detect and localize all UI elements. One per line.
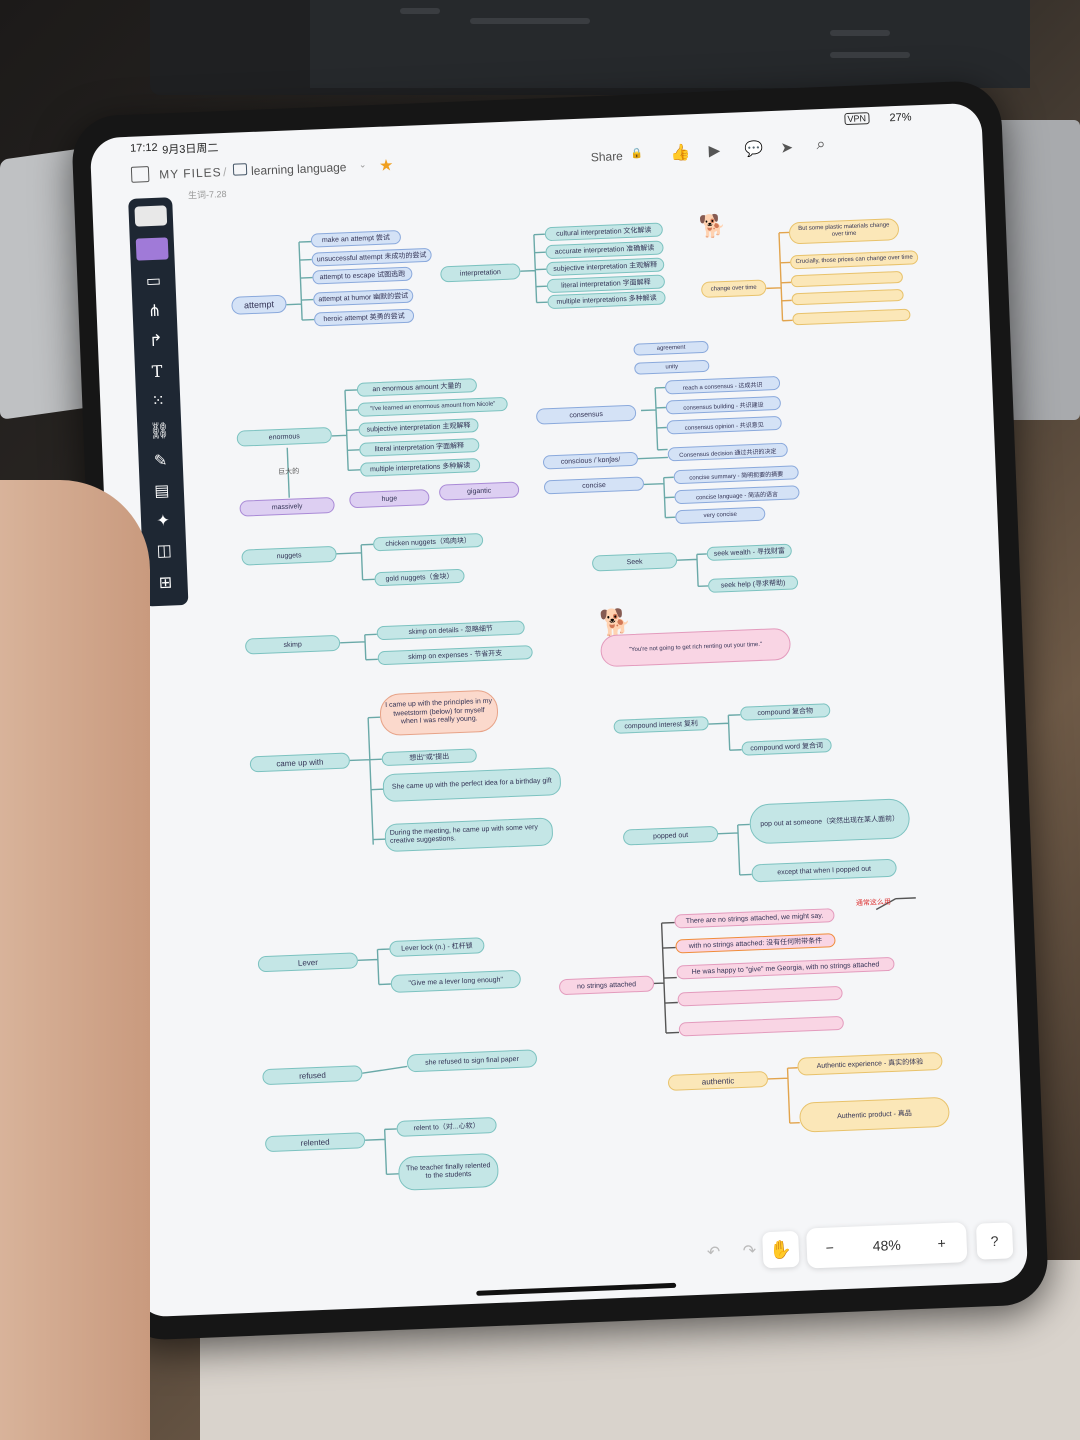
send-icon[interactable]: ➤	[780, 138, 793, 156]
tablet-screen: 17:12 9月3日周二 VPN 27% MY FILES / learning…	[89, 102, 1029, 1318]
breadcrumb-separator: /	[222, 164, 227, 180]
tablet-device: 17:12 9月3日周二 VPN 27% MY FILES / learning…	[70, 79, 1050, 1342]
hand-icon[interactable]: ✋	[762, 1230, 800, 1269]
plus-icon[interactable]: ⊞	[149, 569, 182, 596]
undo-icon[interactable]: ↶	[706, 1242, 721, 1263]
node-relented-2[interactable]: The teacher finally relented to the stud…	[397, 1152, 500, 1191]
grid-icon[interactable]: ⁙	[142, 387, 175, 414]
star-icon[interactable]: ★	[379, 155, 394, 176]
vpn-badge: VPN	[844, 112, 870, 126]
dog-sticker-icon: 🐕	[698, 212, 727, 240]
sticky-note-purple-tool[interactable]	[135, 237, 169, 261]
label-big: 巨大的	[278, 468, 300, 477]
arrow-icon[interactable]: ↱	[139, 327, 172, 354]
node-gigantic[interactable]: gigantic	[438, 481, 520, 501]
board-icon	[232, 163, 248, 176]
search-icon[interactable]: ⌕	[816, 136, 826, 154]
zoom-in-button[interactable]: +	[926, 1223, 958, 1264]
mindmap-canvas[interactable]: attempt make an attempt 尝试 unsuccessful …	[187, 165, 1018, 1236]
battery-level: 27%	[889, 111, 912, 125]
node-cameup-1[interactable]: I came up with the principles in my twee…	[379, 689, 499, 737]
node-attempt[interactable]: attempt	[231, 294, 287, 315]
hand-holding-tablet	[0, 480, 150, 1440]
text-icon[interactable]: T	[141, 357, 174, 384]
breadcrumb-my-files[interactable]: MY FILES	[159, 165, 222, 181]
laptop-background	[150, 0, 1030, 95]
sticky-note-tool[interactable]	[134, 205, 168, 227]
node-authentic-2[interactable]: Authentic product - 真品	[798, 1096, 951, 1133]
sidebar-toggle-icon[interactable]	[130, 166, 150, 183]
comment-icon[interactable]: 💬	[744, 139, 763, 158]
present-icon[interactable]: ▶	[708, 141, 720, 159]
node-change-1[interactable]: But some plastic materials change over t…	[788, 218, 900, 245]
card-icon[interactable]: ▤	[145, 477, 178, 504]
node-seek[interactable]: Seek	[591, 552, 678, 572]
ai-sparkle-icon[interactable]: ✦	[147, 507, 180, 534]
annotation-note: 通常这么用	[855, 898, 892, 908]
link-icon[interactable]: ⛓	[143, 417, 176, 444]
home-indicator	[476, 1282, 677, 1296]
layout-icon[interactable]: ◫	[148, 537, 181, 564]
node-change-over-time[interactable]: change over time	[700, 279, 767, 298]
lock-icon: 🔒	[630, 148, 644, 160]
share-button[interactable]: Share	[591, 149, 624, 164]
like-icon[interactable]: 👍	[670, 142, 691, 163]
zoom-out-button[interactable]: −	[814, 1227, 846, 1268]
mindmap-icon[interactable]: ⋔	[138, 297, 171, 324]
frame-icon[interactable]: ▭	[137, 267, 170, 294]
chevron-down-icon[interactable]: ⌄	[359, 159, 367, 170]
status-time: 17:12	[129, 141, 158, 155]
zoom-controls: − 48% +	[805, 1222, 968, 1269]
pen-icon[interactable]: ✎	[144, 447, 177, 474]
zoom-level: 48%	[872, 1236, 902, 1254]
help-button[interactable]: ?	[975, 1222, 1014, 1260]
node-huge[interactable]: huge	[349, 489, 430, 509]
laptop-screen	[310, 0, 1030, 88]
redo-icon[interactable]: ↷	[742, 1241, 757, 1262]
node-popped-1[interactable]: pop out at someone（突然出现在某人面前）	[748, 798, 911, 845]
board-title[interactable]: learning language	[251, 160, 347, 178]
node-interpretation[interactable]: interpretation	[440, 263, 521, 283]
